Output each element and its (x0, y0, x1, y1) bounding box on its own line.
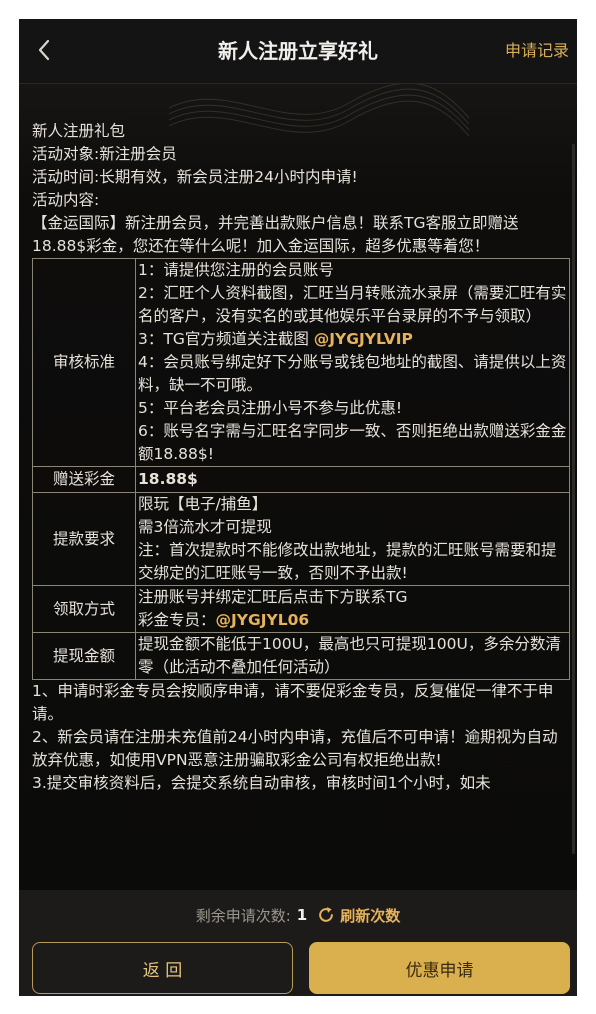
note-line: 3.提交审核资料后，会提交系统自动审核，审核时间1个小时，如未 (32, 774, 491, 792)
intro-line: 新人注册礼包 (32, 122, 126, 140)
header-bar: 新人注册立享好礼 申请记录 (19, 19, 577, 84)
table-row: 提款要求 限玩【电子/捕鱼】 需3倍流水才可提现 注：首次提款时不能修改出款地址… (32, 492, 570, 586)
claim-line: 注册账号并绑定汇旺后点击下方联系TG (138, 588, 408, 606)
withdraw-amount-label: 提现金额 (32, 632, 136, 680)
refresh-label: 刷新次数 (340, 906, 401, 925)
requirement-line: 注：首次提款时不能修改出款地址，提款的汇旺账号需要和提交绑定的汇旺账号一致，否则… (138, 541, 557, 582)
review-item: 1：请提供您注册的会员账号 (138, 261, 334, 279)
refresh-button[interactable]: 刷新次数 (317, 905, 400, 926)
refresh-icon (319, 907, 334, 922)
withdraw-amount-value: 提现金额不能低于100U，最高也只可提现100U，多余分数清零（此活动不叠加任何… (135, 632, 570, 680)
return-button[interactable]: 返 回 (32, 942, 293, 994)
intro-line: 【金运国际】新注册会员，并完善出款账户信息！联系TG客服立即赠送18.88$彩金… (32, 214, 519, 255)
table-row: 领取方式 注册账号并绑定汇旺后点击下方联系TG 彩金专员：@JYGJYL06 (32, 585, 570, 633)
review-item: 2：汇旺个人资料截图，汇旺当月转账流水录屏（需要汇旺有实名的客户，没有实名的或其… (138, 284, 567, 325)
claim-text: 彩金专员： (138, 611, 216, 629)
intro-line: 活动对象:新注册会员 (32, 145, 177, 163)
application-records-link[interactable]: 申请记录 (505, 19, 569, 83)
withdraw-requirements-value: 限玩【电子/捕鱼】 需3倍流水才可提现 注：首次提款时不能修改出款地址，提款的汇… (135, 492, 570, 586)
claim-method-label: 领取方式 (32, 585, 136, 633)
claim-method-value: 注册账号并绑定汇旺后点击下方联系TG 彩金专员：@JYGJYL06 (135, 585, 570, 633)
promo-content[interactable]: 新人注册礼包 活动对象:新注册会员 活动时间:长期有效，新会员注册24小时内申请… (19, 84, 577, 889)
bonus-label: 赠送彩金 (32, 466, 136, 493)
requirement-line: 需3倍流水才可提现 (138, 518, 272, 536)
bonus-value: 18.88$ (135, 466, 570, 493)
app-screen: 新人注册立享好礼 申请记录 新人注册礼包 活动对象:新注册会员 活动时间:长期有… (19, 19, 577, 996)
rules-table: 审核标准 1：请提供您注册的会员账号 2：汇旺个人资料截图，汇旺当月转账流水录屏… (32, 258, 570, 680)
tg-agent-handle[interactable]: @JYGJYL06 (216, 611, 310, 629)
content-scrollbar[interactable] (572, 144, 575, 854)
footer-bar: 剩余申请次数: 1 刷新次数 返 回 优惠申请 (19, 890, 577, 996)
tg-channel-handle[interactable]: @JYGJYLVIP (314, 330, 413, 348)
requirement-line: 限玩【电子/捕鱼】 (138, 495, 268, 513)
table-row: 提现金额 提现金额不能低于100U，最高也只可提现100U，多余分数清零（此活动… (32, 632, 570, 680)
remaining-count: 1 (296, 906, 308, 924)
page-title: 新人注册立享好礼 (218, 39, 378, 63)
review-item: 5：平台老会员注册小号不参与此优惠! (138, 399, 403, 417)
promo-body: 新人注册礼包 活动对象:新注册会员 活动时间:长期有效，新会员注册24小时内申请… (32, 120, 570, 795)
table-row: 审核标准 1：请提供您注册的会员账号 2：汇旺个人资料截图，汇旺当月转账流水录屏… (32, 258, 570, 467)
review-criteria-value: 1：请提供您注册的会员账号 2：汇旺个人资料截图，汇旺当月转账流水录屏（需要汇旺… (135, 258, 570, 467)
intro-line: 活动时间:长期有效，新会员注册24小时内申请! (32, 168, 358, 186)
note-line: 2、新会员请在注册未充值前24小时内申请，充值后不可申请！逾期视为自动放弃优惠，… (32, 728, 558, 769)
claim-line: 彩金专员：@JYGJYL06 (138, 609, 567, 632)
withdraw-requirements-label: 提款要求 (32, 492, 136, 586)
review-item: 3：TG官方频道关注截图 @JYGJYLVIP (138, 328, 567, 351)
table-row: 赠送彩金 18.88$ (32, 466, 570, 493)
remaining-label: 剩余申请次数: (195, 906, 291, 925)
apply-promo-button[interactable]: 优惠申请 (309, 942, 570, 994)
note-line: 1、申请时彩金专员会按顺序申请，请不要促彩金专员，反复催促一律不于申请。 (32, 682, 554, 723)
review-item: 6：账号名字需与汇旺名字同步一致、否则拒绝出款赠送彩金金额18.88$! (138, 422, 567, 463)
intro-line: 活动内容: (32, 191, 100, 209)
remaining-attempts: 剩余申请次数: 1 刷新次数 (19, 904, 577, 926)
review-item: 4：会员账号绑定好下分账号或钱包地址的截图、请提供以上资料，缺一不可哦。 (138, 353, 567, 394)
review-item-text: 3：TG官方频道关注截图 (138, 330, 314, 348)
review-criteria-label: 审核标准 (32, 258, 136, 467)
